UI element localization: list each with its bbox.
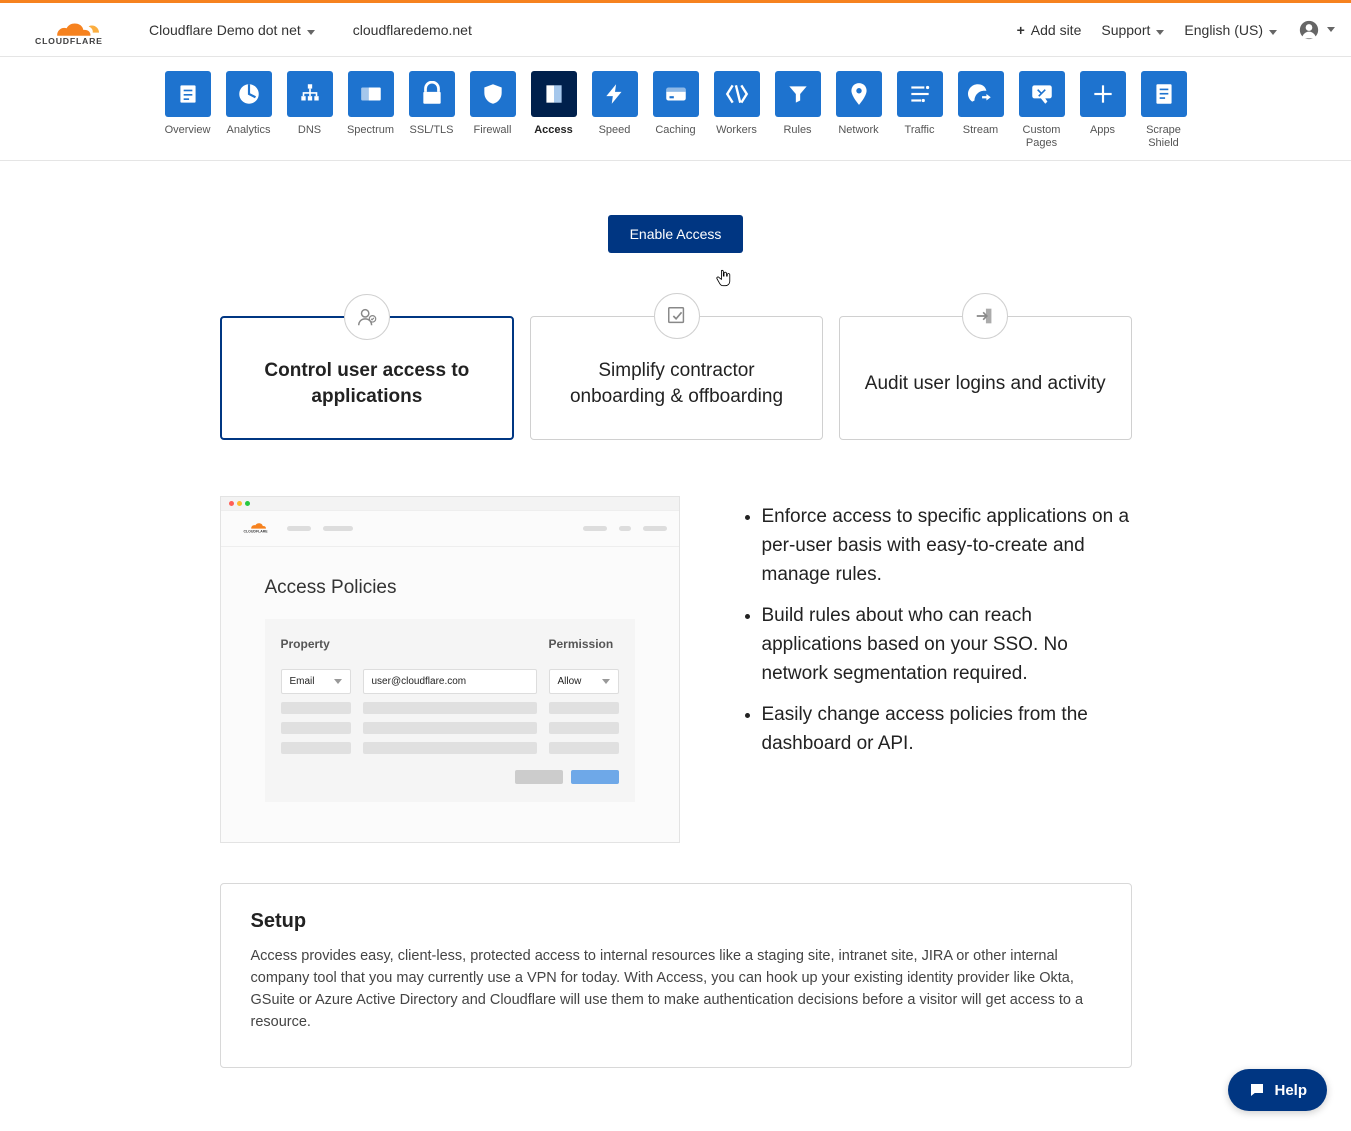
nav-tile-dns[interactable]: DNS xyxy=(283,71,337,150)
ssl-tls-icon xyxy=(409,71,455,117)
explainer-row: CLOUDFLARE Access Policies Property Perm… xyxy=(220,496,1132,843)
nav-tile-label: SSL/TLS xyxy=(409,124,453,150)
spectrum-icon xyxy=(348,71,394,117)
nav-tile-spectrum[interactable]: Spectrum xyxy=(344,71,398,150)
nav-tile-workers[interactable]: Workers xyxy=(710,71,764,150)
cursor-hand-icon xyxy=(716,269,736,292)
help-button[interactable]: Help xyxy=(1228,1069,1327,1111)
workers-icon xyxy=(714,71,760,117)
support-menu[interactable]: Support xyxy=(1091,16,1174,44)
feature-title: Audit user logins and activity xyxy=(865,371,1106,397)
nav-tile-custom-pages[interactable]: CustomPages xyxy=(1015,71,1069,150)
nav-tile-network[interactable]: Network xyxy=(832,71,886,150)
cloudflare-logo-icon: CLOUDFLARE xyxy=(233,519,275,538)
mockup-illustration: CLOUDFLARE Access Policies Property Perm… xyxy=(220,496,680,843)
nav-tile-label: Speed xyxy=(599,124,631,150)
dns-icon xyxy=(287,71,333,117)
cloudflare-logo-icon: CLOUDFLARE xyxy=(16,14,111,46)
nav-tile-label: Analytics xyxy=(226,124,270,150)
chat-icon xyxy=(1248,1081,1266,1099)
stream-icon xyxy=(958,71,1004,117)
feature-title: Simplify contractor onboarding & offboar… xyxy=(553,358,800,410)
nav-tile-label: CustomPages xyxy=(1023,124,1061,150)
caching-icon xyxy=(653,71,699,117)
bullet-item: Easily change access policies from the d… xyxy=(762,700,1132,758)
feature-contractor-onboarding[interactable]: Simplify contractor onboarding & offboar… xyxy=(530,316,823,440)
caret-down-icon xyxy=(307,30,315,35)
feature-control-access[interactable]: Control user access to applications xyxy=(220,316,515,440)
nav-tile-label: Workers xyxy=(716,124,757,150)
nav-tile-analytics[interactable]: Analytics xyxy=(222,71,276,150)
rules-icon xyxy=(775,71,821,117)
enable-access-button[interactable]: Enable Access xyxy=(608,215,744,253)
nav-tile-access[interactable]: Access xyxy=(527,71,581,150)
nav-tile-caching[interactable]: Caching xyxy=(649,71,703,150)
nav-tile-label: Overview xyxy=(165,124,211,150)
nav-tile-label: Access xyxy=(534,124,573,150)
nav-tile-label: Caching xyxy=(655,124,695,150)
nav-tile-apps[interactable]: Apps xyxy=(1076,71,1130,150)
nav-tile-ssl-tls[interactable]: SSL/TLS xyxy=(405,71,459,150)
nav-tiles: Overview Analytics DNS Spectrum SSL/TLS Firew… xyxy=(0,57,1351,161)
custom-pages-icon xyxy=(1019,71,1065,117)
nav-tile-stream[interactable]: Stream xyxy=(954,71,1008,150)
speed-icon xyxy=(592,71,638,117)
cloudflare-logo[interactable]: CLOUDFLARE xyxy=(16,14,111,46)
scrape-shield-icon xyxy=(1141,71,1187,117)
access-icon xyxy=(531,71,577,117)
domain-name[interactable]: cloudflaredemo.net xyxy=(343,16,482,44)
feature-title: Control user access to applications xyxy=(244,358,491,410)
bullet-item: Enforce access to specific applications … xyxy=(762,502,1132,589)
nav-tile-label: DNS xyxy=(298,124,321,150)
nav-tile-label: Spectrum xyxy=(347,124,394,150)
caret-down-icon xyxy=(1269,30,1277,35)
nav-tile-label: Stream xyxy=(963,124,998,150)
nav-tile-traffic[interactable]: Traffic xyxy=(893,71,947,150)
apps-icon xyxy=(1080,71,1126,117)
nav-tile-label: Traffic xyxy=(905,124,935,150)
setup-title: Setup xyxy=(251,910,1101,933)
nav-tile-label: Rules xyxy=(783,124,811,150)
user-icon xyxy=(1299,20,1319,40)
plus-icon: + xyxy=(1017,22,1025,38)
nav-tile-scrape-shield[interactable]: ScrapeShield xyxy=(1137,71,1191,150)
feature-row: Control user access to applications Simp… xyxy=(220,316,1132,440)
nav-tile-overview[interactable]: Overview xyxy=(161,71,215,150)
account-name: Cloudflare Demo dot net xyxy=(149,22,301,38)
nav-tile-label: Apps xyxy=(1090,124,1115,150)
add-site-button[interactable]: + Add site xyxy=(1007,16,1092,44)
overview-icon xyxy=(165,71,211,117)
user-menu[interactable] xyxy=(1299,20,1335,40)
feature-audit-logins[interactable]: Audit user logins and activity xyxy=(839,316,1132,440)
analytics-icon xyxy=(226,71,272,117)
nav-tile-label: Network xyxy=(838,124,878,150)
feature-bullets: Enforce access to specific applications … xyxy=(740,496,1132,843)
traffic-icon xyxy=(897,71,943,117)
nav-tile-speed[interactable]: Speed xyxy=(588,71,642,150)
setup-card: Setup Access provides easy, client-less,… xyxy=(220,883,1132,1068)
nav-tile-label: ScrapeShield xyxy=(1146,124,1181,150)
svg-text:CLOUDFLARE: CLOUDFLARE xyxy=(35,36,103,46)
user-check-icon xyxy=(344,294,390,340)
nav-tile-rules[interactable]: Rules xyxy=(771,71,825,150)
network-icon xyxy=(836,71,882,117)
caret-down-icon xyxy=(1327,27,1335,32)
nav-tile-firewall[interactable]: Firewall xyxy=(466,71,520,150)
language-menu[interactable]: English (US) xyxy=(1174,16,1287,44)
firewall-icon xyxy=(470,71,516,117)
checkbox-icon xyxy=(654,293,700,339)
setup-text: Access provides easy, client-less, prote… xyxy=(251,945,1101,1033)
mockup-title: Access Policies xyxy=(265,577,635,599)
account-selector[interactable]: Cloudflare Demo dot net xyxy=(139,16,325,44)
caret-down-icon xyxy=(1156,30,1164,35)
main-content: Enable Access Control user access to app… xyxy=(220,161,1132,1128)
bullet-item: Build rules about who can reach applicat… xyxy=(762,601,1132,688)
svg-text:CLOUDFLARE: CLOUDFLARE xyxy=(243,529,268,533)
header: CLOUDFLARE Cloudflare Demo dot net cloud… xyxy=(0,3,1351,57)
login-icon xyxy=(962,293,1008,339)
nav-tile-label: Firewall xyxy=(474,124,512,150)
